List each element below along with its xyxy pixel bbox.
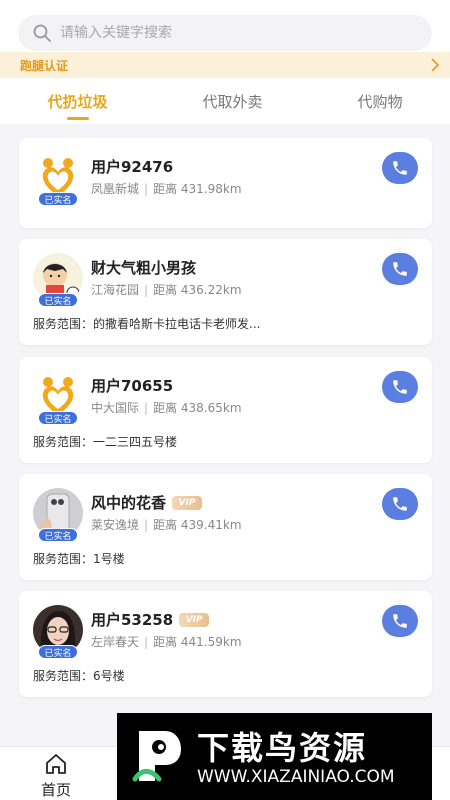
runner-distance: 距离 438.65km [153, 401, 242, 415]
service-scope: 服务范围：的撒看哈斯卡拉电话卡老师发... [33, 317, 261, 331]
phone-icon [393, 380, 407, 394]
runner-location-distance: 江海花园 | 距离 436.22km [91, 281, 242, 298]
verified-badge: 已实名 [38, 293, 78, 307]
meta-separator: | [144, 283, 149, 297]
runner-name: 财大气粗小男孩 [91, 259, 197, 277]
tab-label: 代取外卖 [202, 92, 263, 111]
banner-label: 跑腿认证 [20, 58, 69, 73]
runner-location: 中大国际 [91, 401, 140, 415]
runner-location-distance: 中大国际 | 距离 438.65km [91, 399, 242, 416]
service-scope: 服务范围：1号楼 [33, 552, 125, 566]
runner-location: 凤凰新城 [91, 182, 140, 196]
top-bar [0, 0, 450, 52]
call-button[interactable] [382, 371, 418, 403]
meta-separator: | [144, 182, 149, 196]
runner-location: 左岸春天 [91, 635, 140, 649]
runner-name: 用户92476 [91, 158, 174, 176]
category-tabs: 代扔垃圾 代取外卖 代购物 [0, 78, 450, 124]
watermark-url: WWW.XIAZAINIAO.COM [197, 767, 395, 787]
watermark-title: 下载鸟资源 [197, 729, 368, 767]
call-button[interactable] [382, 605, 418, 637]
runner-location: 莱安逸境 [91, 518, 140, 532]
runner-distance: 距离 436.22km [153, 283, 242, 297]
runner-distance: 距离 439.41km [153, 518, 242, 532]
errand-runner-card[interactable]: 已实名 风中的花香 VIP 莱安逸境 | 距离 439.41km 服务范围：1号楼 [19, 474, 432, 580]
search-bar[interactable] [18, 15, 432, 51]
errand-runner-card[interactable]: 已实名 财大气粗小男孩 江海花园 | 距离 436.22km 服务范围：的撒看哈斯卡… [19, 239, 432, 345]
avatar: 已实名 [33, 488, 83, 542]
runner-name: 用户70655 [91, 377, 174, 395]
call-button[interactable] [382, 253, 418, 285]
nav-home[interactable]: 首页 [0, 747, 112, 800]
avatar: 已实名 [33, 152, 83, 206]
search-input[interactable] [60, 25, 400, 41]
verified-badge: 已实名 [38, 645, 78, 659]
runner-location: 江海花园 [91, 283, 140, 297]
runner-location-distance: 凤凰新城 | 距离 431.98km [91, 180, 242, 197]
errand-runner-card[interactable]: 已实名 用户92476 凤凰新城 | 距离 431.98km [19, 138, 432, 228]
runner-name: 用户53258 [91, 611, 174, 629]
service-scope: 服务范围：一二三四五号楼 [33, 435, 178, 449]
phone-icon [393, 497, 407, 511]
search-icon [33, 24, 51, 42]
tab-label: 代购物 [357, 92, 403, 111]
runner-location-distance: 莱安逸境 | 距离 439.41km [91, 516, 242, 533]
errand-runner-card[interactable]: 已实名 用户70655 中大国际 | 距离 438.65km 服务范围：一二三四五号… [19, 357, 432, 463]
tab-trash-disposal[interactable]: 代扔垃圾 [20, 78, 135, 124]
errand-runner-card[interactable]: 已实名 用户53258 VIP 左岸春天 | 距离 441.59km 服务范围：6号… [19, 591, 432, 697]
errand-certification-banner[interactable]: 跑腿认证 [0, 52, 450, 78]
phone-icon [393, 161, 407, 175]
verified-badge: 已实名 [38, 411, 78, 425]
bird-logo-icon [132, 731, 181, 782]
home-icon [46, 754, 66, 774]
avatar: 已实名 [33, 371, 83, 425]
meta-separator: | [144, 635, 149, 649]
runner-distance: 距离 441.59km [153, 635, 242, 649]
runner-name: 风中的花香 [91, 494, 167, 512]
nav-label: 首页 [40, 781, 71, 799]
verified-badge: 已实名 [38, 528, 78, 542]
avatar: 已实名 [33, 253, 83, 307]
vip-badge: VIP [179, 612, 210, 627]
call-button[interactable] [382, 488, 418, 520]
avatar: 已实名 [33, 605, 83, 659]
vip-badge: VIP [172, 495, 203, 510]
verified-badge: 已实名 [38, 192, 78, 206]
active-tab-indicator [66, 117, 89, 120]
tab-shopping[interactable]: 代购物 [325, 78, 435, 124]
runner-location-distance: 左岸春天 | 距离 441.59km [91, 633, 242, 650]
tab-takeout-pickup[interactable]: 代取外卖 [175, 78, 290, 124]
meta-separator: | [144, 401, 149, 415]
call-button[interactable] [382, 152, 418, 184]
phone-icon [393, 262, 407, 276]
meta-separator: | [144, 518, 149, 532]
watermark-overlay: 下载鸟资源 WWW.XIAZAINIAO.COM [117, 713, 432, 800]
phone-icon [393, 614, 407, 628]
service-scope: 服务范围：6号楼 [33, 669, 125, 683]
tab-label: 代扔垃圾 [47, 92, 108, 111]
chevron-right-icon [431, 58, 440, 72]
runner-distance: 距离 431.98km [153, 182, 242, 196]
